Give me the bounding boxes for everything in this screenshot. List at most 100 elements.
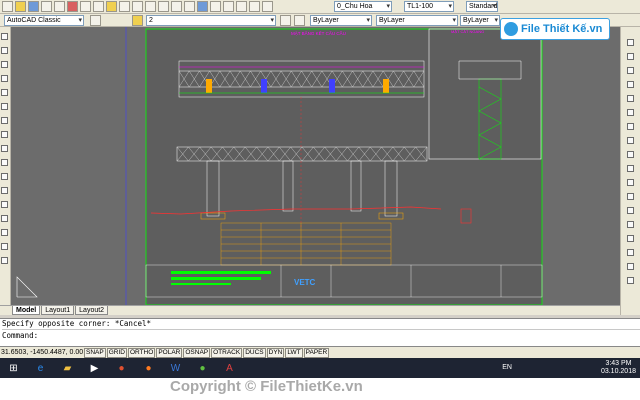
workspace-settings-icon[interactable] — [90, 15, 101, 26]
copy-icon[interactable] — [80, 1, 91, 12]
modify-toolbar — [620, 27, 640, 315]
stretch-icon[interactable] — [627, 151, 634, 158]
line-icon[interactable] — [1, 33, 8, 40]
open-folder-icon[interactable] — [15, 1, 26, 12]
command-history: Specify opposite corner: *Cancel* — [2, 319, 152, 328]
otrack-toggle[interactable]: OTRACK — [211, 347, 243, 358]
save-icon[interactable] — [28, 1, 39, 12]
zoom-window-icon[interactable] — [171, 1, 182, 12]
clock-time: 3:43 PM — [605, 360, 632, 367]
polyline-icon[interactable] — [1, 61, 8, 68]
chrome-icon[interactable]: ● — [114, 361, 129, 376]
scroll-down-icon[interactable] — [627, 277, 634, 284]
internet-explorer-icon[interactable]: e — [33, 361, 48, 376]
break-icon[interactable] — [627, 193, 634, 200]
ortho-toggle[interactable]: ORTHO — [127, 347, 156, 358]
draw-toolbar — [0, 27, 11, 305]
fillet-icon[interactable] — [627, 235, 634, 242]
tab-model[interactable]: Model — [12, 306, 41, 315]
help-icon[interactable] — [262, 1, 273, 12]
scale-icon[interactable] — [627, 137, 634, 144]
osnap-toggle[interactable]: OSNAP — [183, 347, 211, 358]
polygon-icon[interactable] — [1, 75, 8, 82]
ducs-toggle[interactable]: DUCS — [243, 347, 266, 358]
workspace-select[interactable]: AutoCAD Classic — [4, 15, 84, 26]
lineweight-select[interactable]: ByLayer — [460, 15, 500, 26]
point-icon[interactable] — [1, 201, 8, 208]
copy-object-icon[interactable] — [627, 53, 634, 60]
design-center-icon[interactable] — [210, 1, 221, 12]
grid-toggle[interactable]: GRID — [106, 347, 127, 358]
spline-icon[interactable] — [1, 145, 8, 152]
undo-icon[interactable] — [119, 1, 130, 12]
layer-manager-icon[interactable] — [132, 15, 143, 26]
move-icon[interactable] — [627, 109, 634, 116]
circle-icon[interactable] — [1, 117, 8, 124]
table-style-select[interactable]: Standard — [466, 1, 498, 12]
insert-block-icon[interactable] — [1, 173, 8, 180]
dim-style-select[interactable]: TL1-100 — [404, 1, 454, 12]
snap-toggle[interactable]: SNAP — [84, 347, 106, 358]
construction-line-icon[interactable] — [1, 47, 8, 54]
command-window[interactable]: Specify opposite corner: *Cancel* Comman… — [0, 318, 640, 347]
erase-icon[interactable] — [627, 39, 634, 46]
language-indicator[interactable]: EN — [502, 364, 512, 371]
layer-previous-icon[interactable] — [294, 15, 305, 26]
paste-icon[interactable] — [93, 1, 104, 12]
mirror-icon[interactable] — [627, 67, 634, 74]
media-player-icon[interactable]: ▶ — [87, 361, 102, 376]
explode-icon[interactable] — [627, 249, 634, 256]
polar-toggle[interactable]: POLAR — [156, 347, 183, 358]
color-select[interactable]: ByLayer — [310, 15, 372, 26]
tab-layout2[interactable]: Layout2 — [75, 306, 109, 315]
drawing-canvas[interactable]: MẶT BẰNG KẾT CẤU CẦU MẶT CẮT NGANG VETC — [11, 27, 620, 305]
section-title: MẶT CẮT NGANG — [451, 29, 484, 34]
make-block-icon[interactable] — [1, 187, 8, 194]
rectangle-icon[interactable] — [1, 89, 8, 96]
redo-icon[interactable] — [132, 1, 143, 12]
preview-icon[interactable] — [54, 1, 65, 12]
arc-icon[interactable] — [1, 103, 8, 110]
ellipse-icon[interactable] — [1, 159, 8, 166]
trim-icon[interactable] — [627, 165, 634, 172]
system-clock[interactable]: 3:43 PM 03.10.2018 — [601, 360, 636, 376]
extend-icon[interactable] — [627, 179, 634, 186]
zoom-previous-icon[interactable] — [184, 1, 195, 12]
zoom-realtime-icon[interactable] — [158, 1, 169, 12]
make-current-layer-icon[interactable] — [280, 15, 291, 26]
table-icon[interactable] — [1, 243, 8, 250]
plan-title: MẶT BẰNG KẾT CẤU CẦU — [291, 29, 346, 36]
chamfer-icon[interactable] — [627, 221, 634, 228]
pan-icon[interactable] — [145, 1, 156, 12]
join-icon[interactable] — [627, 207, 634, 214]
calculator-icon[interactable] — [249, 1, 260, 12]
dyn-toggle[interactable]: DYN — [266, 347, 285, 358]
cut-icon[interactable] — [67, 1, 78, 12]
standard-toolbar — [0, 0, 640, 14]
firefox-icon[interactable]: ● — [141, 361, 156, 376]
match-properties-icon[interactable] — [106, 1, 117, 12]
region-icon[interactable] — [1, 229, 8, 236]
hatch-icon[interactable] — [1, 215, 8, 222]
new-file-icon[interactable] — [2, 1, 13, 12]
linetype-select[interactable]: ByLayer — [376, 15, 458, 26]
tab-layout1[interactable]: Layout1 — [41, 306, 75, 315]
file-explorer-icon[interactable]: ▰ — [60, 361, 75, 376]
properties-icon[interactable] — [197, 1, 208, 12]
scroll-up-icon[interactable] — [627, 263, 634, 270]
mtext-icon[interactable] — [1, 257, 8, 264]
array-icon[interactable] — [627, 95, 634, 102]
command-prompt[interactable]: Command: — [2, 331, 640, 340]
revision-cloud-icon[interactable] — [1, 131, 8, 138]
ucs-icon — [16, 276, 38, 298]
text-style-select[interactable]: 0_Chu Hoa — [334, 1, 392, 12]
rotate-icon[interactable] — [627, 123, 634, 130]
print-icon[interactable] — [41, 1, 52, 12]
windows-start-icon[interactable]: ⊞ — [6, 361, 21, 376]
layer-select[interactable]: 2 — [146, 15, 276, 26]
tool-palettes-icon[interactable] — [223, 1, 234, 12]
offset-icon[interactable] — [627, 81, 634, 88]
lwt-toggle[interactable]: LWT — [285, 347, 303, 358]
paper-toggle[interactable]: PAPER — [303, 347, 330, 358]
markup-icon[interactable] — [236, 1, 247, 12]
